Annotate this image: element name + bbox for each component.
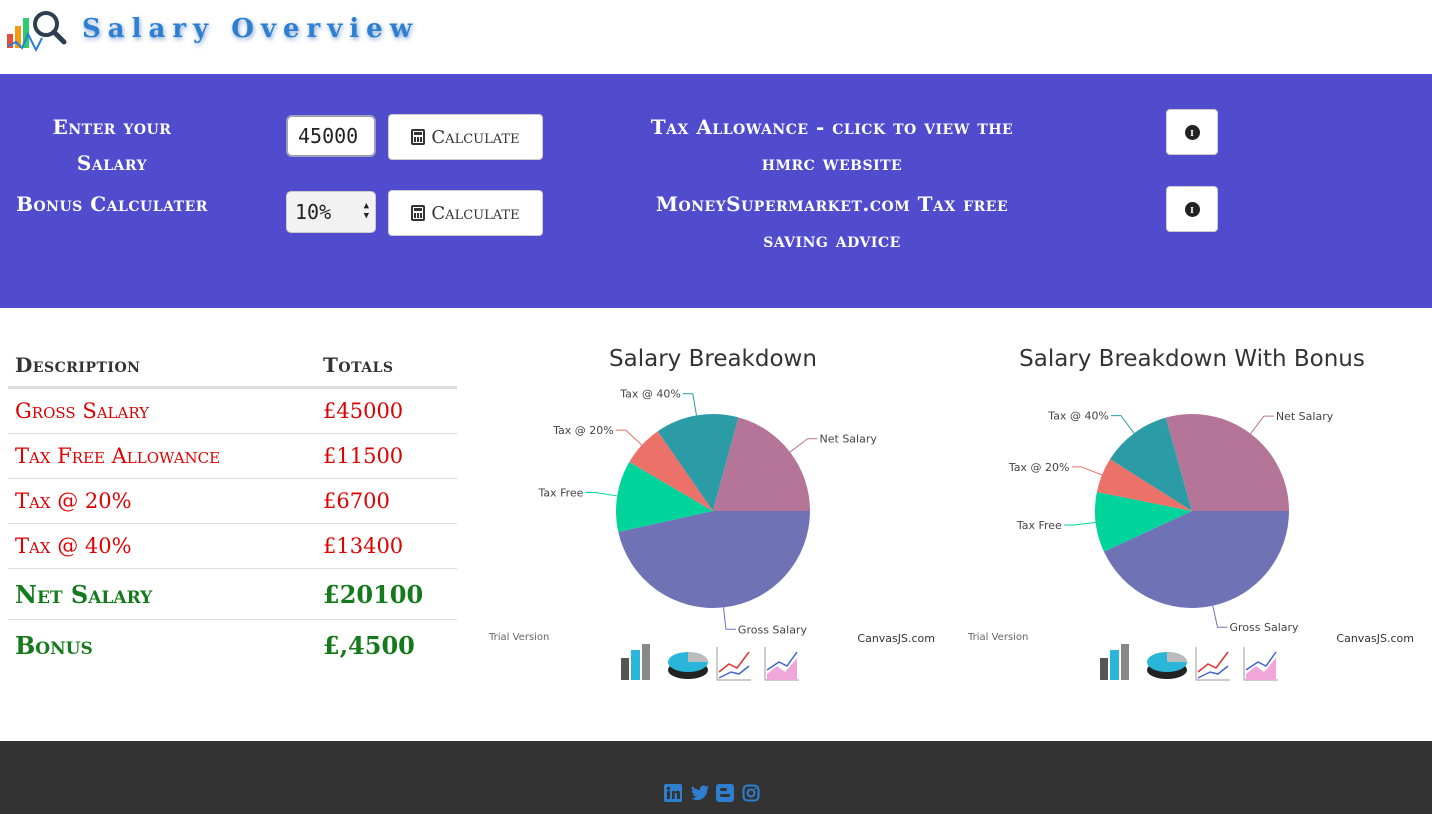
leader-line (585, 492, 618, 497)
slice-label: Net Salary (820, 433, 878, 446)
salary-input[interactable] (286, 115, 376, 157)
slice-label: Gross Salary (1230, 621, 1300, 634)
info-icon: i (1184, 124, 1200, 140)
site-footer (0, 741, 1432, 814)
moneysupermarket-info-button[interactable]: i (1166, 186, 1218, 232)
row-label: Tax @ 20% (15, 489, 132, 513)
salary-breakdown-bonus-chart: Salary Breakdown With Bonus Gross Salary… (957, 340, 1427, 696)
calculator-icon (411, 205, 426, 221)
calculate-bonus-label: Calculate (431, 202, 520, 224)
leader-line (789, 438, 818, 453)
slice-label: Tax @ 20% (552, 424, 614, 437)
instagram-icon[interactable] (742, 784, 760, 802)
row-value: £20100 (323, 580, 424, 609)
leader-line (1110, 415, 1135, 434)
logo-icon (7, 11, 67, 53)
area-chart-type-icon[interactable] (764, 647, 799, 681)
table-header-row: Description Totals (8, 340, 457, 388)
site-header: Salary Overview (0, 0, 1432, 74)
column-header-totals: Totals (323, 353, 394, 377)
linkedin-icon[interactable] (664, 784, 682, 802)
area-chart-type-icon[interactable] (1243, 647, 1278, 681)
slice-label: Tax Free (1016, 519, 1062, 532)
social-links (664, 784, 760, 802)
calculate-label: Calculate (431, 126, 520, 148)
line-chart-type-icon[interactable] (1195, 647, 1230, 681)
leader-line (1071, 466, 1103, 476)
row-value: £45000 (323, 399, 404, 423)
canvasjs-credit: CanvasJS.com (857, 632, 935, 645)
row-value: £,4500 (323, 631, 415, 660)
calculate-salary-button[interactable]: Calculate (388, 114, 543, 160)
twitter-icon[interactable] (690, 784, 709, 802)
tax-allowance-label: Tax Allowance - click to view the hmrc w… (650, 115, 1014, 175)
row-label: Tax @ 40% (15, 534, 132, 558)
table-row: Gross Salary £45000 (8, 388, 457, 433)
pie-chart-type-icon[interactable] (1147, 652, 1187, 679)
pie-chart-type-icon[interactable] (668, 652, 708, 679)
row-label: Gross Salary (15, 399, 150, 423)
row-value: £13400 (323, 534, 404, 558)
salary-breakdown-chart: Salary Breakdown Gross Salary Tax Free Tax… (478, 340, 948, 696)
table-row: Bonus £,4500 (8, 619, 457, 670)
calculator-panel: Enter your Salary Calculate Bonus Calcul… (0, 74, 1432, 308)
bonus-selected-value: 10% (295, 200, 332, 224)
bonus-label: Bonus Calculater (16, 192, 208, 216)
leader-line (615, 429, 643, 446)
table-row: Tax @ 20% £6700 (8, 478, 457, 523)
tax-allowance-info-button[interactable]: i (1166, 109, 1218, 155)
info-icon: i (1184, 201, 1200, 217)
row-value: £6700 (323, 489, 390, 513)
bonus-percent-select[interactable]: 10% ▲ ▼ (286, 191, 376, 233)
row-label: Tax Free Allowance (15, 444, 221, 468)
leader-line (1063, 521, 1096, 526)
page-title: Salary Overview (82, 14, 420, 44)
table-row: Tax @ 40% £13400 (8, 523, 457, 568)
leader-line (723, 607, 736, 630)
slice-label: Net Salary (1276, 410, 1334, 423)
table-row: Tax Free Allowance £11500 (8, 433, 457, 478)
slice-label: Tax @ 40% (1047, 410, 1109, 423)
calculate-bonus-button[interactable]: Calculate (388, 190, 543, 236)
leader-line (682, 393, 698, 416)
row-value: £11500 (323, 444, 404, 468)
select-arrows-icon: ▲ ▼ (363, 201, 369, 221)
salary-label: Enter your Salary (52, 115, 172, 175)
blogger-icon[interactable] (716, 784, 734, 802)
row-label: Bonus (15, 631, 93, 660)
trial-watermark: Trial Version (488, 632, 549, 643)
calculator-icon (411, 129, 426, 145)
pie-chart-svg: Gross Salary Tax Free Tax @ 20% Tax @ 40% Ne… (488, 388, 935, 681)
slice-label: Tax Free (537, 487, 583, 500)
pie-chart-svg: Gross Salary Tax Free Tax @ 20% Tax @ 40% Ne… (967, 410, 1414, 681)
bar-chart-type-icon[interactable] (1100, 644, 1129, 680)
table-row: Net Salary £20100 (8, 568, 457, 619)
leader-line (1212, 605, 1228, 628)
moneysupermarket-label: MoneySupermarket.com Tax free saving adv… (655, 192, 1009, 252)
row-label: Net Salary (15, 580, 153, 609)
slice-label: Gross Salary (738, 623, 808, 636)
slice-label: Tax @ 40% (619, 388, 681, 401)
canvasjs-credit: CanvasJS.com (1336, 632, 1414, 645)
salary-table: Description Totals Gross Salary £45000 T… (8, 340, 457, 670)
line-chart-type-icon[interactable] (716, 647, 751, 681)
trial-watermark: Trial Version (967, 632, 1028, 643)
bar-chart-type-icon[interactable] (621, 644, 650, 680)
column-header-description: Description (15, 353, 141, 377)
leader-line (1250, 415, 1274, 434)
slice-label: Tax @ 20% (1008, 461, 1070, 474)
